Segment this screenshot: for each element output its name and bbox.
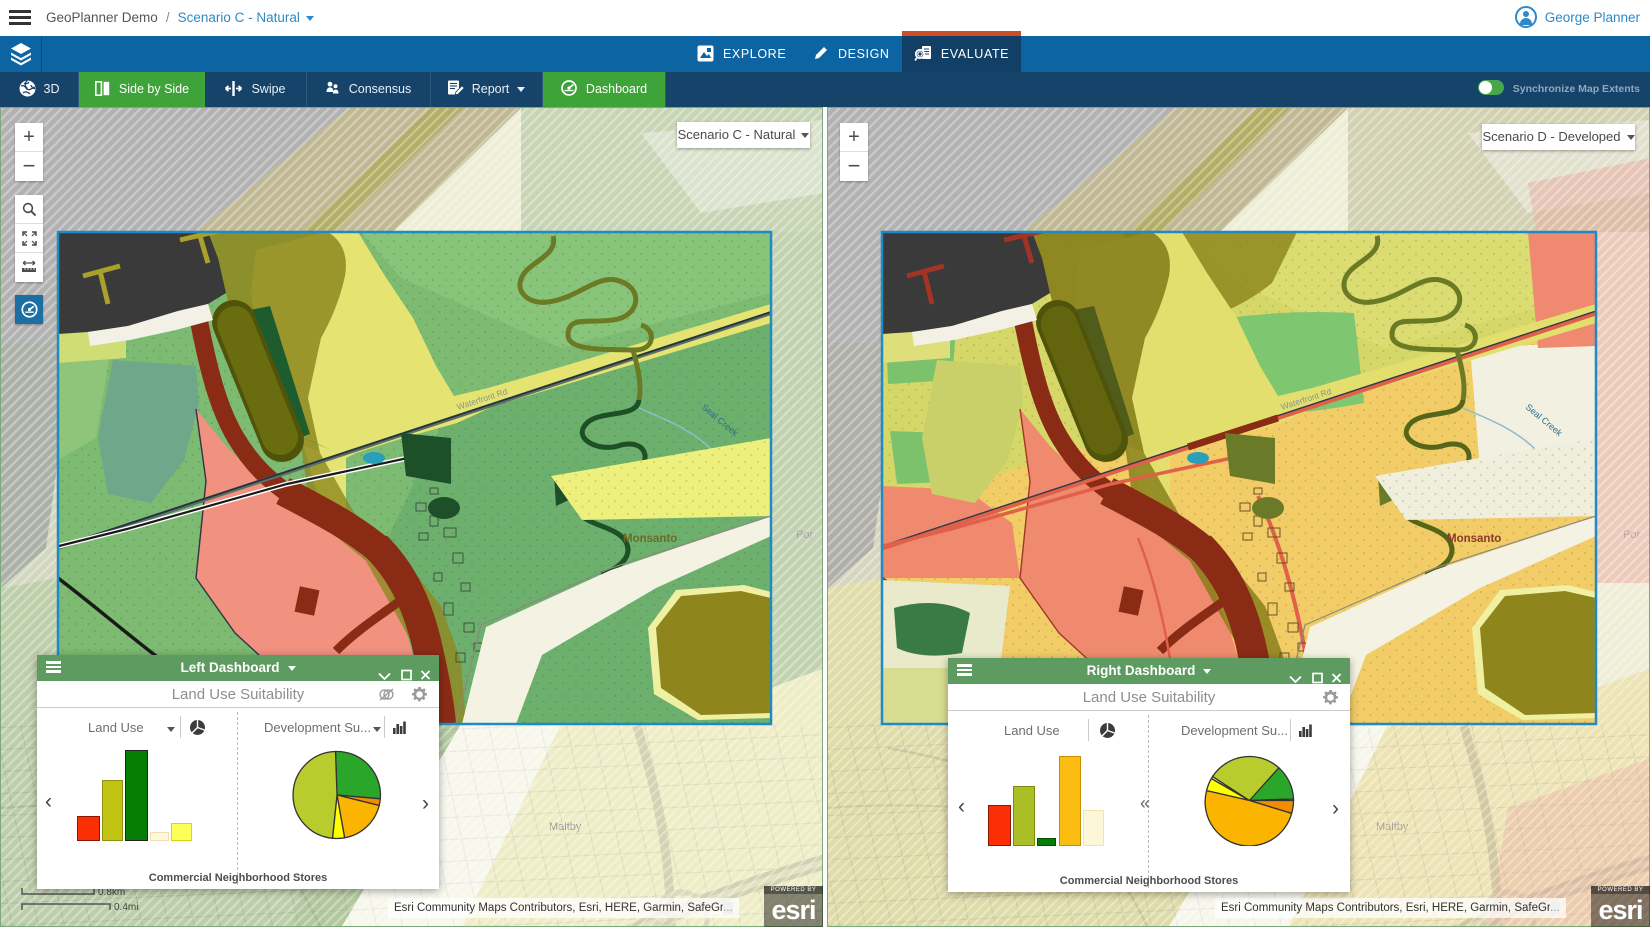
svg-text:Monsanto: Monsanto bbox=[1447, 533, 1501, 545]
svg-text:0.4mi: 0.4mi bbox=[114, 902, 138, 913]
svg-text:Monsanto: Monsanto bbox=[623, 533, 677, 545]
